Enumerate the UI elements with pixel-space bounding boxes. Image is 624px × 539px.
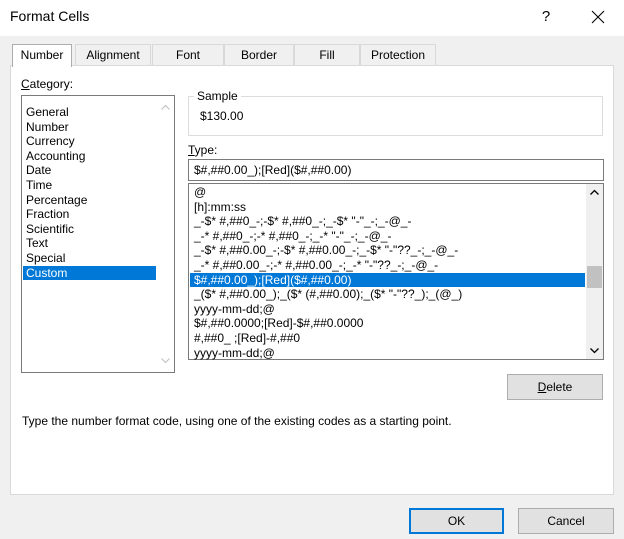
sample-title: Sample: [194, 89, 241, 103]
list-item[interactable]: [h]:mm:ss: [190, 200, 585, 215]
dialog-body: Number Alignment Font Border Fill Protec…: [0, 36, 624, 504]
scroll-up-icon[interactable]: [589, 187, 600, 198]
close-button[interactable]: [578, 4, 618, 30]
tab-fill[interactable]: Fill: [294, 44, 360, 66]
title-bar: Format Cells ?: [0, 0, 624, 36]
tab-font[interactable]: Font: [152, 44, 224, 66]
scroll-down-icon[interactable]: [589, 345, 600, 356]
category-label: Category:: [21, 77, 74, 91]
format-code-list[interactable]: @ [h]:mm:ss _-$* #,##0_-;-$* #,##0_-;_-$…: [188, 183, 604, 360]
tab-alignment[interactable]: Alignment: [75, 44, 151, 66]
tab-number[interactable]: Number: [12, 44, 72, 67]
format-scrollbar[interactable]: [586, 184, 603, 359]
list-item[interactable]: General: [23, 105, 156, 120]
list-item[interactable]: Special: [23, 251, 156, 266]
list-item[interactable]: _-$* #,##0.00_-;-$* #,##0.00_-;_-$* "-"?…: [190, 243, 585, 258]
list-item[interactable]: Accounting: [23, 149, 156, 164]
type-label: Type:: [188, 143, 218, 157]
list-item[interactable]: Text: [23, 236, 156, 251]
dialog-footer: OK Cancel: [0, 504, 624, 539]
category-scrollbar[interactable]: [157, 96, 174, 372]
sample-group: Sample $130.00: [188, 89, 603, 136]
list-item[interactable]: _-$* #,##0_-;-$* #,##0_-;_-$* "-"_-;_-@_…: [190, 214, 585, 229]
list-item[interactable]: Date: [23, 163, 156, 178]
list-item[interactable]: _-* #,##0.00_-;-* #,##0.00_-;_-* "-"??_-…: [190, 258, 585, 273]
help-button[interactable]: ?: [528, 4, 564, 30]
sample-value: $130.00: [200, 109, 244, 123]
type-input[interactable]: $#,##0.00_);[Red]($#,##0.00): [188, 159, 604, 181]
list-item[interactable]: Fraction: [23, 207, 156, 222]
cancel-button[interactable]: Cancel: [518, 508, 614, 534]
list-item[interactable]: Scientific: [23, 222, 156, 237]
list-item[interactable]: $#,##0.0000;[Red]-$#,##0.0000: [190, 316, 585, 331]
scroll-down-icon[interactable]: [160, 355, 171, 366]
list-item[interactable]: #,##0_ ;[Red]-#,##0: [190, 331, 585, 346]
list-item[interactable]: @: [190, 185, 585, 200]
scroll-up-icon[interactable]: [160, 102, 171, 113]
list-item[interactable]: Percentage: [23, 193, 156, 208]
close-icon: [591, 10, 605, 24]
list-item-selected[interactable]: $#,##0.00_);[Red]($#,##0.00): [190, 272, 585, 288]
list-item[interactable]: Number: [23, 120, 156, 135]
tab-protection[interactable]: Protection: [360, 44, 436, 66]
list-item-selected[interactable]: Custom: [23, 265, 156, 281]
category-list[interactable]: General Number Currency Accounting Date …: [21, 95, 175, 373]
ok-button[interactable]: OK: [409, 508, 504, 534]
list-item[interactable]: yyyy-mm-dd;@: [190, 346, 585, 361]
list-item[interactable]: Currency: [23, 134, 156, 149]
delete-button[interactable]: Delete: [507, 374, 603, 400]
list-item[interactable]: _-* #,##0_-;-* #,##0_-;_-* "-"_-;_-@_-: [190, 229, 585, 244]
number-tab-page: Category: General Number Currency Accoun…: [10, 65, 614, 495]
tab-strip: Number Alignment Font Border Fill Protec…: [10, 44, 614, 67]
hint-text: Type the number format code, using one o…: [22, 414, 452, 428]
tab-border[interactable]: Border: [224, 44, 294, 66]
list-item[interactable]: _($* #,##0.00_);_($* (#,##0.00);_($* "-"…: [190, 287, 585, 302]
list-item[interactable]: Time: [23, 178, 156, 193]
list-item[interactable]: yyyy-mm-dd;@: [190, 302, 585, 317]
dialog-title: Format Cells: [10, 8, 90, 24]
scrollbar-thumb[interactable]: [587, 266, 602, 288]
